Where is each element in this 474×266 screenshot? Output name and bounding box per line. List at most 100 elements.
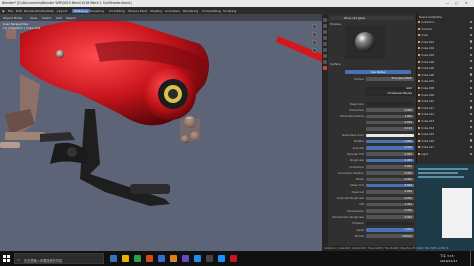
- app-icon[interactable]: [182, 255, 189, 262]
- outliner-item[interactable]: Collection: [418, 20, 474, 25]
- visibility-eye-icon[interactable]: [469, 33, 472, 37]
- outliner-item[interactable]: Cube.012: [418, 112, 474, 117]
- task-view-icon[interactable]: [110, 255, 117, 262]
- visibility-eye-icon[interactable]: [469, 40, 472, 43]
- preview-label[interactable]: Preview: [330, 22, 341, 26]
- outliner-item[interactable]: Cube.017: [418, 145, 474, 150]
- property-field[interactable]: 0.500: [366, 183, 414, 188]
- python-console[interactable]: [416, 164, 474, 251]
- object-tab-icon[interactable]: [323, 48, 327, 52]
- world-tab-icon[interactable]: [323, 42, 327, 46]
- outliner-item[interactable]: Camera: [418, 27, 474, 32]
- menu-view[interactable]: View: [30, 16, 37, 20]
- property-field[interactable]: [366, 221, 414, 226]
- property-field[interactable]: 1.450: [366, 202, 414, 207]
- outliner-item[interactable]: Cube.004: [418, 60, 474, 65]
- visibility-eye-icon[interactable]: [469, 145, 472, 149]
- property-field[interactable]: 0.000: [366, 177, 414, 182]
- visibility-eye-icon[interactable]: [469, 126, 472, 129]
- tab-sculpting[interactable]: Sculpting: [90, 9, 104, 13]
- property-field[interactable]: 0.000: [366, 165, 414, 169]
- outliner-item[interactable]: Cube.002: [418, 46, 474, 51]
- modifier-tab-icon[interactable]: [323, 54, 327, 58]
- property-field[interactable]: [366, 133, 414, 138]
- file-explorer-icon[interactable]: [122, 255, 129, 262]
- visibility-eye-icon[interactable]: [469, 53, 472, 56]
- outliner-item[interactable]: Cube.016: [418, 139, 474, 144]
- outliner-item[interactable]: Cube.008: [418, 86, 474, 91]
- visibility-eye-icon[interactable]: [469, 106, 472, 109]
- surface-shader-field[interactable]: Principled BSDF: [366, 77, 414, 81]
- blender-taskbar-icon[interactable]: [170, 255, 177, 262]
- tab-modeling[interactable]: Modeling: [72, 8, 90, 13]
- photoshop-icon[interactable]: [146, 255, 153, 262]
- grid-icon[interactable]: [312, 48, 317, 53]
- app-icon[interactable]: [206, 255, 213, 262]
- app-icon[interactable]: [218, 255, 225, 262]
- property-field[interactable]: 0.000: [366, 215, 414, 219]
- menu-edit[interactable]: Edit: [16, 9, 22, 13]
- surface-section-header[interactable]: Surface: [330, 62, 341, 66]
- menu-render[interactable]: Render: [24, 9, 35, 13]
- distribution-dropdown[interactable]: GGX: [366, 87, 414, 91]
- outliner-item[interactable]: Cube.011: [418, 106, 474, 111]
- blender-logo-icon[interactable]: ◉: [2, 9, 5, 13]
- app-icon[interactable]: [230, 255, 237, 262]
- menu-window[interactable]: Window: [35, 9, 47, 13]
- outliner-item[interactable]: Cube.001: [418, 40, 474, 45]
- tab-shading[interactable]: Shading: [150, 9, 162, 13]
- show-desktop-button[interactable]: [470, 251, 474, 266]
- outliner-item[interactable]: Cube.006: [418, 73, 474, 78]
- outliner-item[interactable]: Cube.003: [418, 53, 474, 58]
- visibility-eye-icon[interactable]: [469, 66, 472, 70]
- minimize-button[interactable]: —: [446, 1, 449, 5]
- tab-animation[interactable]: Animation: [165, 9, 180, 13]
- visibility-eye-icon[interactable]: [469, 46, 472, 50]
- visibility-eye-icon[interactable]: [469, 119, 472, 122]
- outliner-item[interactable]: Cube.007: [418, 79, 474, 84]
- outliner-item[interactable]: Cube.013: [418, 119, 474, 124]
- menu-file[interactable]: File: [8, 9, 13, 13]
- menu-object[interactable]: Object: [66, 16, 76, 20]
- visibility-eye-icon[interactable]: [469, 79, 472, 83]
- visibility-eye-icon[interactable]: [469, 73, 472, 76]
- tab-uv-editing[interactable]: UV Editing: [109, 9, 125, 13]
- visibility-eye-icon[interactable]: [469, 99, 472, 103]
- maximize-button[interactable]: □: [455, 1, 458, 5]
- material-slot[interactable]: shiny red gloss: [330, 16, 414, 20]
- property-field[interactable]: 0.000: [366, 209, 414, 213]
- property-field[interactable]: 0.000: [366, 190, 414, 194]
- visibility-eye-icon[interactable]: [469, 20, 472, 23]
- tab-compositing[interactable]: Compositing: [202, 9, 221, 13]
- property-field[interactable]: Default: [366, 234, 414, 238]
- windows-start-icon[interactable]: [3, 255, 10, 262]
- output-tab-icon[interactable]: [323, 30, 327, 34]
- outliner-item[interactable]: Light: [418, 152, 474, 157]
- property-field[interactable]: 0.000: [366, 108, 414, 112]
- outliner-item[interactable]: Cube: [418, 33, 474, 38]
- render-tab-icon[interactable]: [323, 24, 327, 28]
- visibility-eye-icon[interactable]: [469, 60, 472, 63]
- constraint-tab-icon[interactable]: [323, 60, 327, 64]
- app-icon[interactable]: [194, 255, 201, 262]
- taskbar-date[interactable]: 2019/11/17: [440, 259, 457, 263]
- property-field[interactable]: 0.500: [366, 146, 414, 150]
- subsurface-method-dropdown[interactable]: Christensen-Burley: [366, 92, 414, 96]
- visibility-eye-icon[interactable]: [469, 152, 472, 155]
- outliner-item[interactable]: Cube.010: [418, 99, 474, 104]
- tab-layout[interactable]: Layout: [57, 9, 67, 13]
- outliner-item[interactable]: Cube.005: [418, 66, 474, 71]
- outliner-item[interactable]: Cube.009: [418, 93, 474, 98]
- tool-tab-icon[interactable]: [323, 18, 327, 22]
- property-field[interactable]: 1.000: [366, 139, 414, 144]
- menu-add[interactable]: Add: [56, 16, 62, 20]
- object-mode-dropdown[interactable]: Object Mode: [3, 16, 22, 20]
- taskbar-search-box[interactable]: ○ 在这里输入你要搜索的内容: [14, 253, 104, 264]
- property-field[interactable]: 0.000: [366, 171, 414, 175]
- property-field[interactable]: 0.200: [366, 120, 414, 125]
- close-button[interactable]: ✕: [465, 1, 468, 5]
- visibility-eye-icon[interactable]: [469, 93, 472, 96]
- property-field[interactable]: [366, 102, 414, 106]
- taskbar-time[interactable]: 下午 3:15: [440, 254, 454, 258]
- scene-tab-icon[interactable]: [323, 36, 327, 40]
